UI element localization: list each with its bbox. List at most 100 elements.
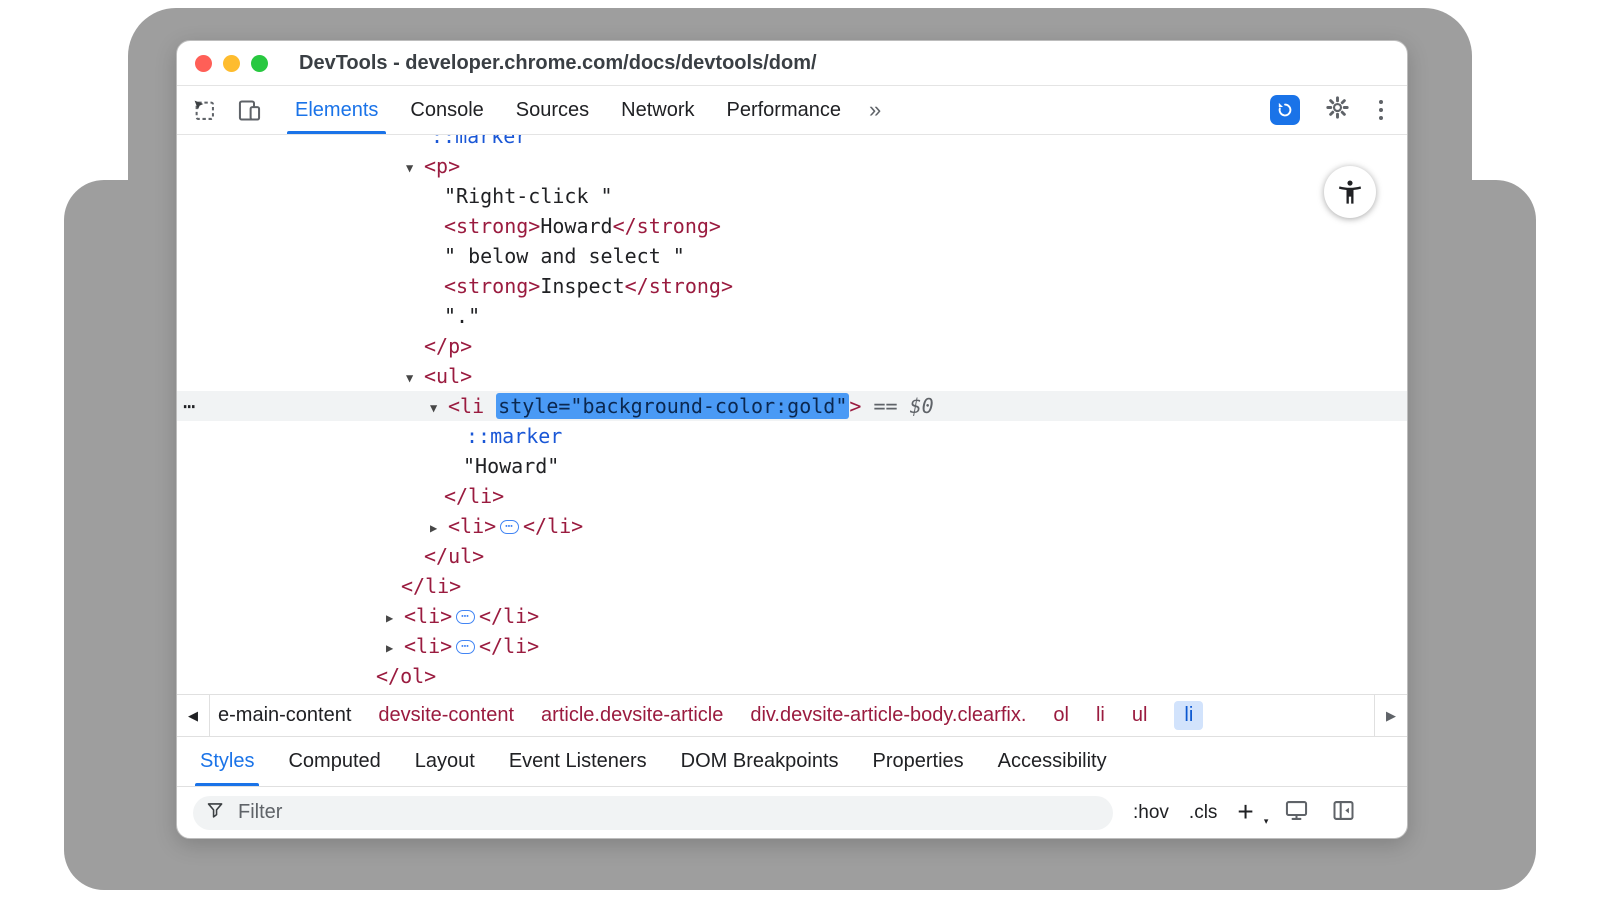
new-style-rule-button[interactable]: + ▾	[1237, 798, 1263, 828]
dom-line[interactable]: "Howard"	[177, 451, 1407, 481]
dom-token-pseudo: ::marker	[431, 135, 527, 148]
filter-placeholder: Filter	[238, 801, 282, 824]
dom-token-tag: <ul>	[424, 364, 472, 388]
kebab-menu-icon[interactable]	[1375, 96, 1388, 125]
dom-token-eq: ==	[861, 394, 909, 418]
tab-network[interactable]: Network	[605, 86, 710, 134]
panel-tab-computed[interactable]: Computed	[271, 737, 397, 786]
dom-token-text: "."	[444, 304, 480, 328]
panel-tab-accessibility[interactable]: Accessibility	[981, 737, 1124, 786]
dom-token-tag: <li>	[448, 514, 496, 538]
dom-token-tag: >	[849, 394, 861, 418]
dom-line[interactable]: <strong>Howard</strong>	[177, 211, 1407, 241]
dom-line[interactable]: ::marker	[177, 135, 1407, 151]
dock-side-icon[interactable]	[1330, 797, 1357, 829]
tab-console[interactable]: Console	[394, 86, 499, 134]
dom-line[interactable]: <strong>Inspect</strong>	[177, 271, 1407, 301]
dom-token-text: Howard	[540, 214, 612, 238]
dom-token-tag: </li>	[479, 604, 539, 628]
dom-line-selected[interactable]: ⋯▼<li style="background-color:gold"> == …	[177, 391, 1407, 421]
dom-line[interactable]: "."	[177, 301, 1407, 331]
dom-token-text: "Howard"	[463, 454, 559, 478]
rendering-monitor-icon[interactable]	[1283, 797, 1310, 829]
breadcrumb-item-article-devsite-article[interactable]: article.devsite-article	[541, 704, 723, 727]
sync-icon[interactable]	[1270, 95, 1300, 125]
dom-token-tag: </strong>	[613, 214, 721, 238]
dom-line[interactable]: </li>	[177, 571, 1407, 601]
dom-line[interactable]: </ul>	[177, 541, 1407, 571]
collapse-arrow-icon[interactable]: ▼	[406, 363, 424, 393]
panel-tabs: StylesComputedLayoutEvent ListenersDOM B…	[177, 736, 1407, 786]
breadcrumb-item-devsite-content[interactable]: devsite-content	[378, 704, 514, 727]
expand-ellipsis-button[interactable]: ⋯	[456, 610, 475, 624]
more-tabs-chevron[interactable]: »	[857, 86, 893, 134]
expand-arrow-icon[interactable]: ▶	[386, 633, 404, 663]
dom-token-dollar: $0	[910, 394, 934, 418]
expand-ellipsis-button[interactable]: ⋯	[456, 640, 475, 654]
dom-line[interactable]: ▶<li> ⋯ </li>	[177, 601, 1407, 631]
dom-line[interactable]: </li>	[177, 481, 1407, 511]
panel-tab-dom-breakpoints[interactable]: DOM Breakpoints	[664, 737, 856, 786]
breadcrumb-scroll-right-icon[interactable]: ▶	[1374, 695, 1407, 736]
breadcrumb-item-li[interactable]: li	[1174, 701, 1203, 730]
collapse-arrow-icon[interactable]: ▼	[406, 153, 424, 183]
breadcrumb-scroll-left-icon[interactable]: ◀	[177, 695, 210, 736]
dom-token-tag: </strong>	[625, 274, 733, 298]
breadcrumb-item-li[interactable]: li	[1096, 704, 1105, 727]
dom-line[interactable]: " below and select "	[177, 241, 1407, 271]
dom-token-tag: <li>	[404, 634, 452, 658]
dom-line[interactable]: ▼<ul>	[177, 361, 1407, 391]
dom-line[interactable]: </p>	[177, 331, 1407, 361]
dom-line[interactable]: ▼<p>	[177, 151, 1407, 181]
breadcrumb-item-ol[interactable]: ol	[1053, 704, 1069, 727]
dom-token-text: " below and select "	[444, 244, 685, 268]
panel-tab-styles[interactable]: Styles	[183, 737, 271, 786]
toolbar-tabs: ElementsConsoleSourcesNetworkPerformance	[279, 86, 857, 134]
breadcrumb-item-div-devsite-article-body-clearfix-[interactable]: div.devsite-article-body.clearfix.	[750, 704, 1026, 727]
dom-token-attr: style="background-color:gold"	[496, 393, 849, 419]
breadcrumb-item-e-main-content[interactable]: e-main-content	[218, 704, 351, 727]
collapse-arrow-icon[interactable]: ▼	[430, 393, 448, 423]
tab-elements[interactable]: Elements	[279, 86, 394, 134]
accessibility-icon[interactable]	[1324, 166, 1376, 218]
panel-tab-event-listeners[interactable]: Event Listeners	[492, 737, 664, 786]
tab-performance[interactable]: Performance	[711, 86, 858, 134]
dom-token-tag: <li>	[404, 604, 452, 628]
breadcrumb-items: e-main-content devsite-content article.dev…	[210, 695, 1374, 736]
dom-tree[interactable]: ::marker▼<p>"Right-click "<strong>Howard…	[177, 135, 1407, 694]
dom-line[interactable]: </ol>	[177, 661, 1407, 691]
panel-tab-layout[interactable]: Layout	[398, 737, 492, 786]
styles-filter-bar: Filter :hov .cls + ▾	[177, 786, 1407, 838]
stage: { "titlebar": { "title": "DevTools - dev…	[0, 0, 1600, 908]
window-title: DevTools - developer.chrome.com/docs/dev…	[299, 52, 817, 75]
dom-line[interactable]: ▶<li>⋯</li>	[177, 511, 1407, 541]
row-menu-dots-icon[interactable]: ⋯	[183, 391, 195, 421]
dom-line[interactable]: ::marker	[177, 421, 1407, 451]
device-toolbar-icon[interactable]	[236, 97, 263, 124]
dom-token-tag: </li>	[444, 484, 504, 508]
toggle-element-state-button[interactable]: :hov	[1133, 802, 1169, 824]
tab-sources[interactable]: Sources	[500, 86, 605, 134]
zoom-window-button[interactable]	[251, 55, 268, 72]
dom-token-tag: <p>	[424, 154, 460, 178]
dom-token-tag: <strong>	[444, 214, 540, 238]
settings-gear-icon[interactable]	[1324, 94, 1351, 126]
close-window-button[interactable]	[195, 55, 212, 72]
breadcrumb-item-ul[interactable]: ul	[1132, 704, 1148, 727]
dom-token-tag: </li>	[479, 634, 539, 658]
dom-token-tag: </ol>	[376, 664, 436, 688]
dom-token-tag: <strong>	[444, 274, 540, 298]
expand-arrow-icon[interactable]: ▶	[386, 603, 404, 633]
filter-input[interactable]: Filter	[193, 796, 1113, 830]
expand-ellipsis-button[interactable]: ⋯	[500, 520, 519, 534]
panel-tab-properties[interactable]: Properties	[856, 737, 981, 786]
dom-line[interactable]: "Right-click "	[177, 181, 1407, 211]
dom-token-tag: <li	[448, 394, 496, 418]
dom-line[interactable]: ▶<li> ⋯ </li>	[177, 631, 1407, 661]
inspect-icon[interactable]	[191, 97, 218, 124]
titlebar: DevTools - developer.chrome.com/docs/dev…	[177, 41, 1407, 86]
expand-arrow-icon[interactable]: ▶	[430, 513, 448, 543]
element-classes-button[interactable]: .cls	[1189, 802, 1218, 824]
dom-token-tag: </li>	[401, 574, 461, 598]
minimize-window-button[interactable]	[223, 55, 240, 72]
